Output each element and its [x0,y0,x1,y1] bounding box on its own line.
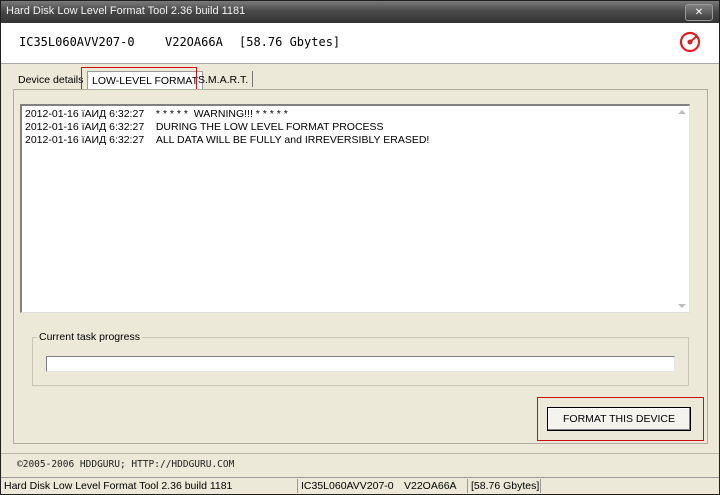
main-area: Device details LOW-LEVEL FORMAT S.M.A.R.… [1,64,719,454]
app-window: Hard Disk Low Level Format Tool 2.36 bui… [0,0,720,495]
log-scrollbar[interactable] [675,106,689,312]
status-size: [58.76 Gbytes] [467,479,541,493]
log-line: 2012-01-16 ïАИД 6:32:27 DURING THE LOW L… [25,121,384,133]
tab-highlight-box [81,67,197,91]
device-model: IC35L060AVV207-0 [19,35,135,49]
scroll-up-arrow-icon[interactable] [678,110,686,114]
tab-device-details[interactable]: Device details [14,71,87,89]
close-button[interactable]: ✕ [685,4,713,21]
status-firmware: V22OA66A [404,480,457,492]
device-header: IC35L060AVV207-0 V22OA66A [58.76 Gbytes] [1,23,719,64]
device-size: [58.76 Gbytes] [239,35,341,49]
progress-label: Current task progress [37,331,142,343]
tab-smart[interactable]: S.M.A.R.T. [194,71,252,89]
tab-divider [252,71,253,87]
hddguru-logo-icon [679,31,701,53]
title-bar[interactable]: Hard Disk Low Level Format Tool 2.36 bui… [1,1,719,23]
window-title: Hard Disk Low Level Format Tool 2.36 bui… [6,5,246,17]
log-box[interactable]: 2012-01-16 ïАИД 6:32:27 * * * * * WARNIN… [20,104,690,313]
status-app-name: Hard Disk Low Level Format Tool 2.36 bui… [4,480,233,492]
status-model: IC35L060AVV207-0 [297,479,401,493]
progress-bar [46,356,675,372]
scroll-down-arrow-icon[interactable] [678,304,686,308]
footer-divider [1,453,719,454]
device-firmware: V22OA66A [165,35,223,49]
status-bar: Hard Disk Low Level Format Tool 2.36 bui… [1,477,719,494]
log-line: 2012-01-16 ïАИД 6:32:27 * * * * * WARNIN… [25,108,288,120]
copyright-text: ©2005-2006 HDDGURU; HTTP://HDDGURU.COM [17,459,235,470]
status-empty-cell [540,479,719,493]
format-device-button[interactable]: FORMAT THIS DEVICE [547,407,691,431]
log-line: 2012-01-16 ïАИД 6:32:27 ALL DATA WILL BE… [25,134,430,146]
